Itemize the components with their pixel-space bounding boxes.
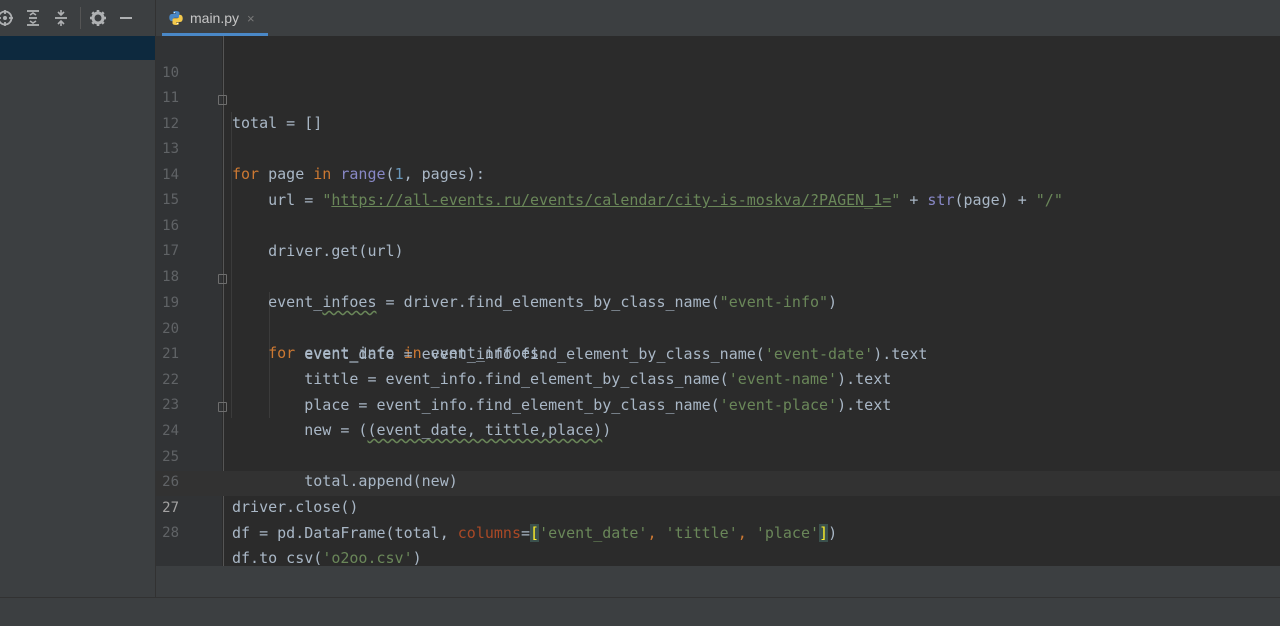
code-line-20: 20 event_date = event_info.find_element_… (156, 292, 1280, 363)
code-text: , (737, 524, 756, 542)
tab-label: main.py (190, 10, 240, 26)
code-text: , (647, 524, 666, 542)
selected-tree-item[interactable] (0, 36, 155, 60)
status-bar (0, 597, 1280, 626)
code-line-14: 14 url = "https://all-events.ru/events/c… (156, 138, 1280, 209)
code-line-17: 17 (156, 214, 1280, 259)
locate-icon[interactable] (0, 7, 16, 29)
code-line-27: 27 df = pd.DataFrame(total, columns=['ev… (156, 471, 1280, 542)
code-line-26: 26 driver.close() (156, 445, 1280, 516)
code-line-18: 18 event_infoes = driver.find_elements_b… (156, 240, 1280, 311)
code-text: = (521, 524, 531, 542)
tab-main-py[interactable]: main.py × (162, 3, 268, 36)
close-tab-icon[interactable]: × (247, 11, 255, 26)
fold-marker-icon[interactable] (218, 274, 227, 284)
string-literal: 'place' (755, 524, 820, 542)
code-line-21: 21 tittle = event_info.find_element_by_c… (156, 317, 1280, 388)
bracket-match: [ (530, 524, 540, 542)
code-text: df.to_csv( (232, 549, 323, 567)
code-line-22: 22 place = event_info.find_element_by_cl… (156, 343, 1280, 414)
string-literal: 'o2oo.csv' (322, 549, 413, 567)
code-line-19: 19 for event_info in event_infoes: (156, 266, 1280, 362)
editor-bottom-strip (156, 566, 1280, 597)
bracket-match: ] (819, 524, 829, 542)
line-number: 28 (162, 525, 179, 541)
toolbar-divider (80, 7, 81, 29)
code-line-28: 28 df.to_csv('o2oo.csv') (156, 496, 1280, 567)
code-line-24: 24 total.append(new) (156, 394, 1280, 490)
code-line-12: 12 for page in range(1, pages): (156, 87, 1280, 183)
project-panel (0, 0, 156, 597)
code-line-23: 23 new = ((event_date, tittle,place)) (156, 368, 1280, 439)
code-line-10: 10 (156, 36, 1280, 81)
fold-marker-icon[interactable] (218, 95, 227, 105)
project-toolbar (0, 0, 155, 36)
string-literal: 'tittle' (665, 524, 738, 542)
code-line-16: 16 driver.get(url) (156, 189, 1280, 260)
expand-all-icon[interactable] (22, 7, 44, 29)
hide-icon[interactable] (115, 7, 137, 29)
fold-marker-icon[interactable] (218, 402, 227, 412)
code-text: ) (828, 524, 838, 542)
code-line-15: 15 (156, 163, 1280, 208)
code-text: ) (412, 549, 422, 567)
code-line-13: 13 (156, 112, 1280, 157)
editor-tab-bar: main.py × (156, 0, 1280, 37)
settings-icon[interactable] (87, 7, 109, 29)
code-text: df = pd.DataFrame(total, (232, 524, 458, 542)
string-literal: 'event_date' (539, 524, 648, 542)
param-name: columns (457, 524, 521, 542)
code-line-25: 25 (156, 420, 1280, 465)
code-line-11: 11 total = [] (156, 61, 1280, 132)
collapse-all-icon[interactable] (50, 7, 72, 29)
python-file-icon (168, 10, 184, 26)
